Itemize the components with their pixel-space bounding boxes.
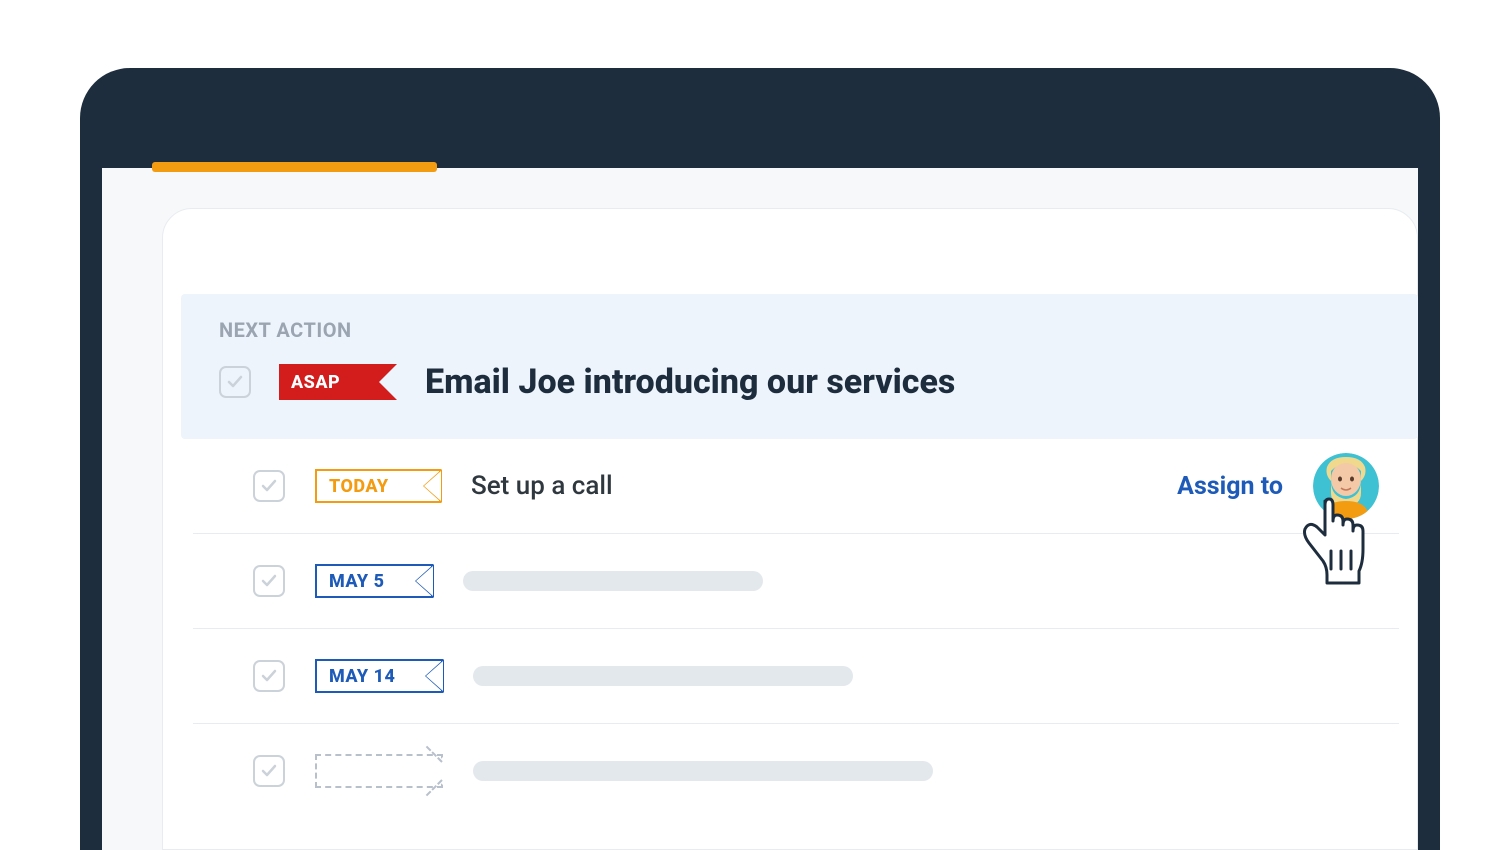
active-tab-indicator (152, 162, 437, 172)
flag-label: MAY 5 (329, 571, 384, 592)
flag-label: ASAP (291, 372, 340, 393)
date-flag-empty[interactable] (315, 754, 443, 788)
next-action-title: Email Joe introducing our services (425, 362, 955, 402)
task-list: TODAY Set up a call Assign to (193, 439, 1399, 818)
task-title-placeholder (473, 666, 853, 686)
next-action-panel: NEXT ACTION ASAP Email Joe introducing o… (181, 294, 1418, 439)
task-row[interactable] (193, 724, 1399, 818)
check-icon (227, 374, 243, 390)
check-icon (261, 763, 277, 779)
flag-label: MAY 14 (329, 666, 395, 687)
check-icon (261, 478, 277, 494)
date-flag: MAY 5 (315, 564, 433, 598)
device-screen: NEXT ACTION ASAP Email Joe introducing o… (102, 168, 1418, 850)
date-flag: MAY 14 (315, 659, 443, 693)
task-checkbox[interactable] (253, 470, 285, 502)
main-card: NEXT ACTION ASAP Email Joe introducing o… (162, 208, 1418, 850)
assign-to-link[interactable]: Assign to (1177, 472, 1283, 501)
task-title: Set up a call (471, 471, 613, 501)
task-row[interactable]: MAY 14 (193, 629, 1399, 724)
check-icon (261, 573, 277, 589)
flag-label: TODAY (329, 476, 389, 497)
task-row[interactable]: MAY 5 (193, 534, 1399, 629)
task-row[interactable]: TODAY Set up a call Assign to (193, 439, 1399, 534)
device-frame: NEXT ACTION ASAP Email Joe introducing o… (80, 68, 1440, 850)
task-checkbox[interactable] (253, 660, 285, 692)
task-title-placeholder (463, 571, 763, 591)
pointer-cursor-icon (1293, 497, 1377, 593)
task-checkbox[interactable] (253, 565, 285, 597)
task-checkbox[interactable] (253, 755, 285, 787)
check-icon (261, 668, 277, 684)
priority-flag-asap: ASAP (279, 364, 397, 400)
task-title-placeholder (473, 761, 933, 781)
next-action-checkbox[interactable] (219, 366, 251, 398)
outer-frame: NEXT ACTION ASAP Email Joe introducing o… (0, 0, 1512, 850)
next-action-row: ASAP Email Joe introducing our services (219, 362, 1380, 402)
section-label: NEXT ACTION (219, 318, 1380, 342)
date-flag-today: TODAY (315, 469, 441, 503)
